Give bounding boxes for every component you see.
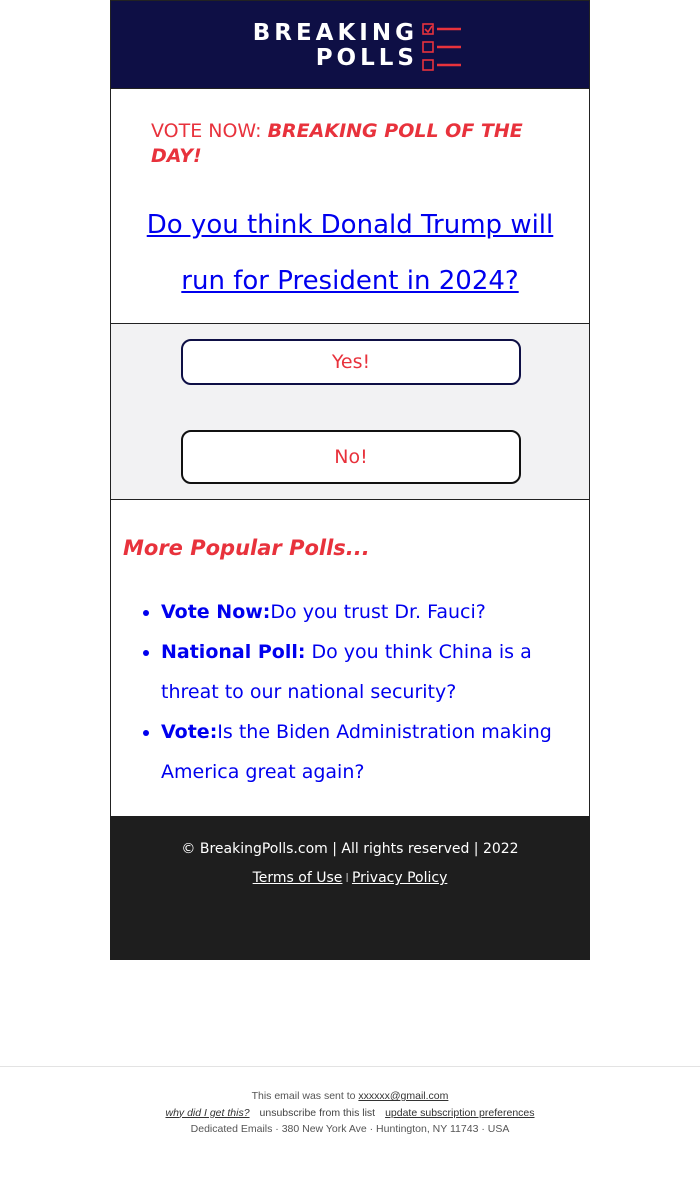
- update-preferences-link[interactable]: update subscription preferences: [385, 1107, 534, 1119]
- email-body: BREAKING POLLS VOTE NOW: BREAKING POLL O…: [110, 0, 590, 960]
- link-separator: I: [345, 871, 349, 885]
- sender-address: Dedicated Emails · 380 New York Ave · Hu…: [190, 1123, 510, 1135]
- logo[interactable]: BREAKING POLLS: [242, 20, 462, 72]
- headline-section: VOTE NOW: BREAKING POLL OF THE DAY!: [110, 89, 590, 180]
- poll-text: Is the Biden Administration making Ameri…: [161, 721, 552, 783]
- legal-footer: This email was sent to xxxxxx@gmail.com …: [0, 1088, 700, 1138]
- more-polls-section: More Popular Polls... Vote Now:Do you tr…: [110, 500, 590, 816]
- privacy-policy-link[interactable]: Privacy Policy: [352, 870, 447, 886]
- poll-link[interactable]: Vote Now:Do you trust Dr. Fauci?: [161, 601, 486, 623]
- header: BREAKING POLLS: [110, 0, 590, 89]
- recipient-email-link[interactable]: xxxxxx@gmail.com: [358, 1090, 448, 1102]
- more-polls-title: More Popular Polls...: [123, 536, 370, 560]
- logo-text-line2: POLLS: [315, 45, 418, 71]
- poll-label: Vote Now:: [161, 601, 271, 623]
- footer: © BreakingPolls.com | All rights reserve…: [110, 816, 590, 960]
- poll-label: National Poll:: [161, 641, 306, 663]
- subscription-links: why did I get this? unsubscribe from this…: [0, 1105, 700, 1122]
- headline: VOTE NOW: BREAKING POLL OF THE DAY!: [151, 119, 549, 169]
- poll-link[interactable]: Vote:Is the Biden Administration making …: [161, 721, 552, 783]
- logo-text-line1: BREAKING: [252, 20, 418, 46]
- terms-of-use-link[interactable]: Terms of Use: [253, 870, 343, 886]
- poll-link[interactable]: National Poll: Do you think China is a t…: [161, 641, 532, 703]
- footer-links: Terms of Use I Privacy Policy: [110, 870, 590, 886]
- checklist-icon: [422, 23, 461, 71]
- copyright-text: © BreakingPolls.com | All rights reserve…: [181, 841, 519, 857]
- vote-yes-button[interactable]: Yes!: [181, 339, 521, 385]
- question-section: Do you think Donald Trump will run for P…: [110, 180, 590, 324]
- poll-label: Vote:: [161, 721, 218, 743]
- headline-prefix: VOTE NOW:: [151, 120, 268, 142]
- more-polls-list: Vote Now:Do you trust Dr. Fauci? Nationa…: [123, 592, 577, 792]
- list-item: Vote:Is the Biden Administration making …: [161, 712, 577, 792]
- poll-text: Do you trust Dr. Fauci?: [270, 601, 486, 623]
- list-item: Vote Now:Do you trust Dr. Fauci?: [161, 592, 577, 632]
- unsubscribe-link[interactable]: unsubscribe from this list: [260, 1107, 376, 1119]
- poll-question-link[interactable]: Do you think Donald Trump will run for P…: [135, 197, 565, 309]
- why-did-i-get-this-link[interactable]: why did I get this?: [165, 1107, 249, 1119]
- sent-to-line: This email was sent to xxxxxx@gmail.com: [0, 1088, 700, 1105]
- vote-no-button[interactable]: No!: [181, 430, 521, 484]
- sent-to-prefix: This email was sent to: [251, 1090, 359, 1102]
- list-item: National Poll: Do you think China is a t…: [161, 632, 577, 712]
- vote-section: Yes! No!: [110, 324, 590, 500]
- divider: [0, 1066, 700, 1067]
